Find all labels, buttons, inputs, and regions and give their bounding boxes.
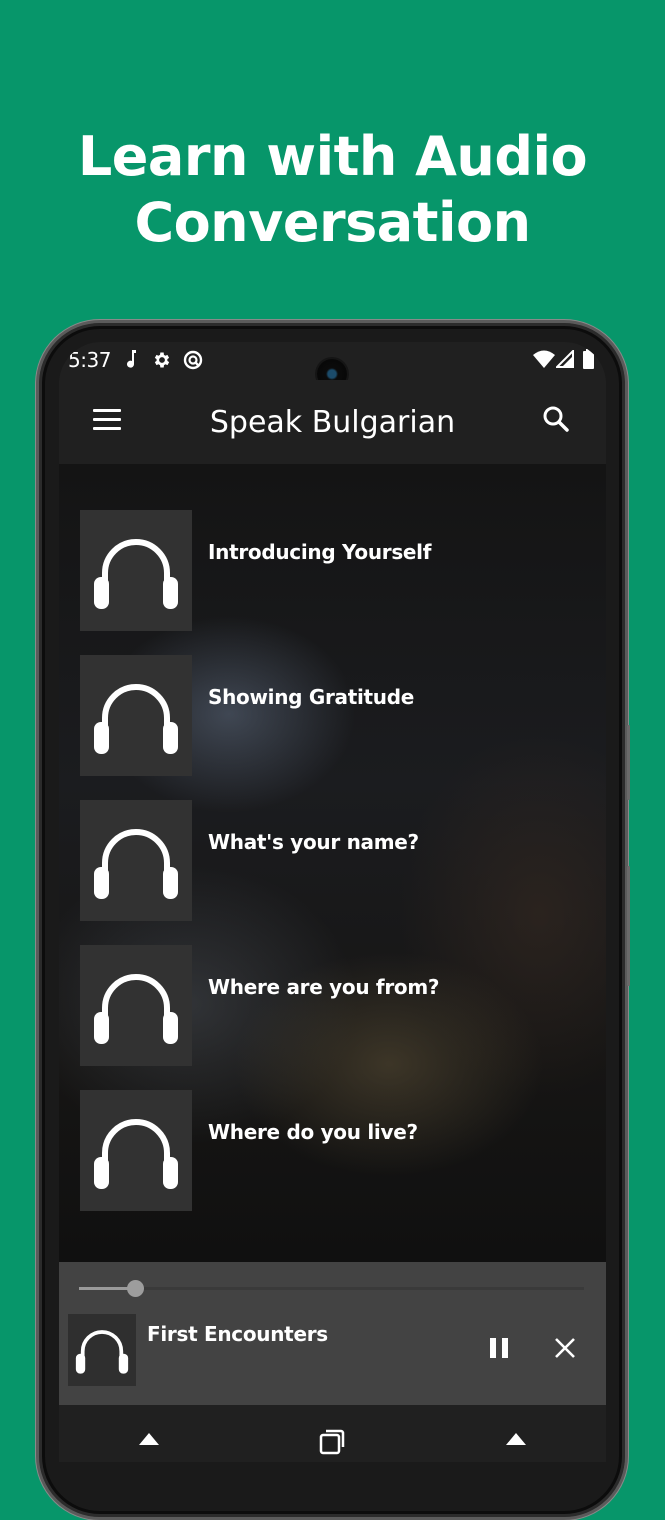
lesson-title: Where do you live? [208,1120,418,1144]
lesson-item[interactable]: Introducing Yourself [80,510,600,631]
lesson-thumbnail [80,1090,192,1211]
headphones-icon [94,683,178,754]
headphones-icon [94,973,178,1044]
now-playing-thumbnail [68,1314,136,1386]
app-title: Speak Bulgarian [209,405,456,440]
seek-bar[interactable] [79,1280,584,1297]
lesson-item[interactable]: What's your name? [80,800,600,921]
recents-icon[interactable] [319,1429,345,1455]
now-playing-title: First Encounters [147,1322,328,1346]
lesson-thumbnail [80,945,192,1066]
promo-headline-line2: Conversation [134,191,531,254]
headphones-icon [75,1330,129,1374]
lesson-thumbnail [80,800,192,921]
lesson-title: What's your name? [208,830,419,854]
app-bar: Speak Bulgarian [59,380,606,464]
home-icon[interactable] [504,1431,528,1455]
promo-headline: Learn with Audio Conversation [0,124,665,256]
lesson-item[interactable]: Showing Gratitude [80,655,600,776]
system-nav-bar [59,1405,606,1462]
at-sign-icon [183,350,203,370]
lesson-thumbnail [80,510,192,631]
status-time: 5:37 [68,348,111,372]
wifi-icon [533,350,555,368]
lesson-item[interactable]: Where are you from? [80,945,600,1066]
mini-player: First Encounters [59,1262,606,1405]
headphones-icon [94,1118,178,1189]
headphones-icon [94,538,178,609]
cell-signal-icon [556,350,574,368]
power-button [627,866,630,986]
lesson-thumbnail [80,655,192,776]
promo-headline-line1: Learn with Audio [77,125,588,188]
seek-bar-handle[interactable] [126,1280,144,1297]
lesson-title: Showing Gratitude [208,685,415,709]
lesson-item[interactable]: Where do you live? [80,1090,600,1211]
lesson-title: Introducing Yourself [208,540,432,564]
volume-button [627,725,630,800]
back-icon[interactable] [137,1431,161,1455]
lesson-title: Where are you from? [208,975,440,999]
headphones-icon [94,828,178,899]
close-icon[interactable] [553,1336,577,1360]
phone-screen: 5:37 Speak Bulgarian Introducing Yoursel… [59,342,606,1462]
search-icon[interactable] [541,404,571,434]
music-note-icon [127,350,136,368]
pause-icon[interactable] [487,1336,511,1360]
gear-icon [154,352,170,368]
lesson-list: Introducing Yourself Showing Gratitude W… [59,464,606,1262]
status-bar: 5:37 [59,342,606,389]
battery-icon [583,349,594,369]
